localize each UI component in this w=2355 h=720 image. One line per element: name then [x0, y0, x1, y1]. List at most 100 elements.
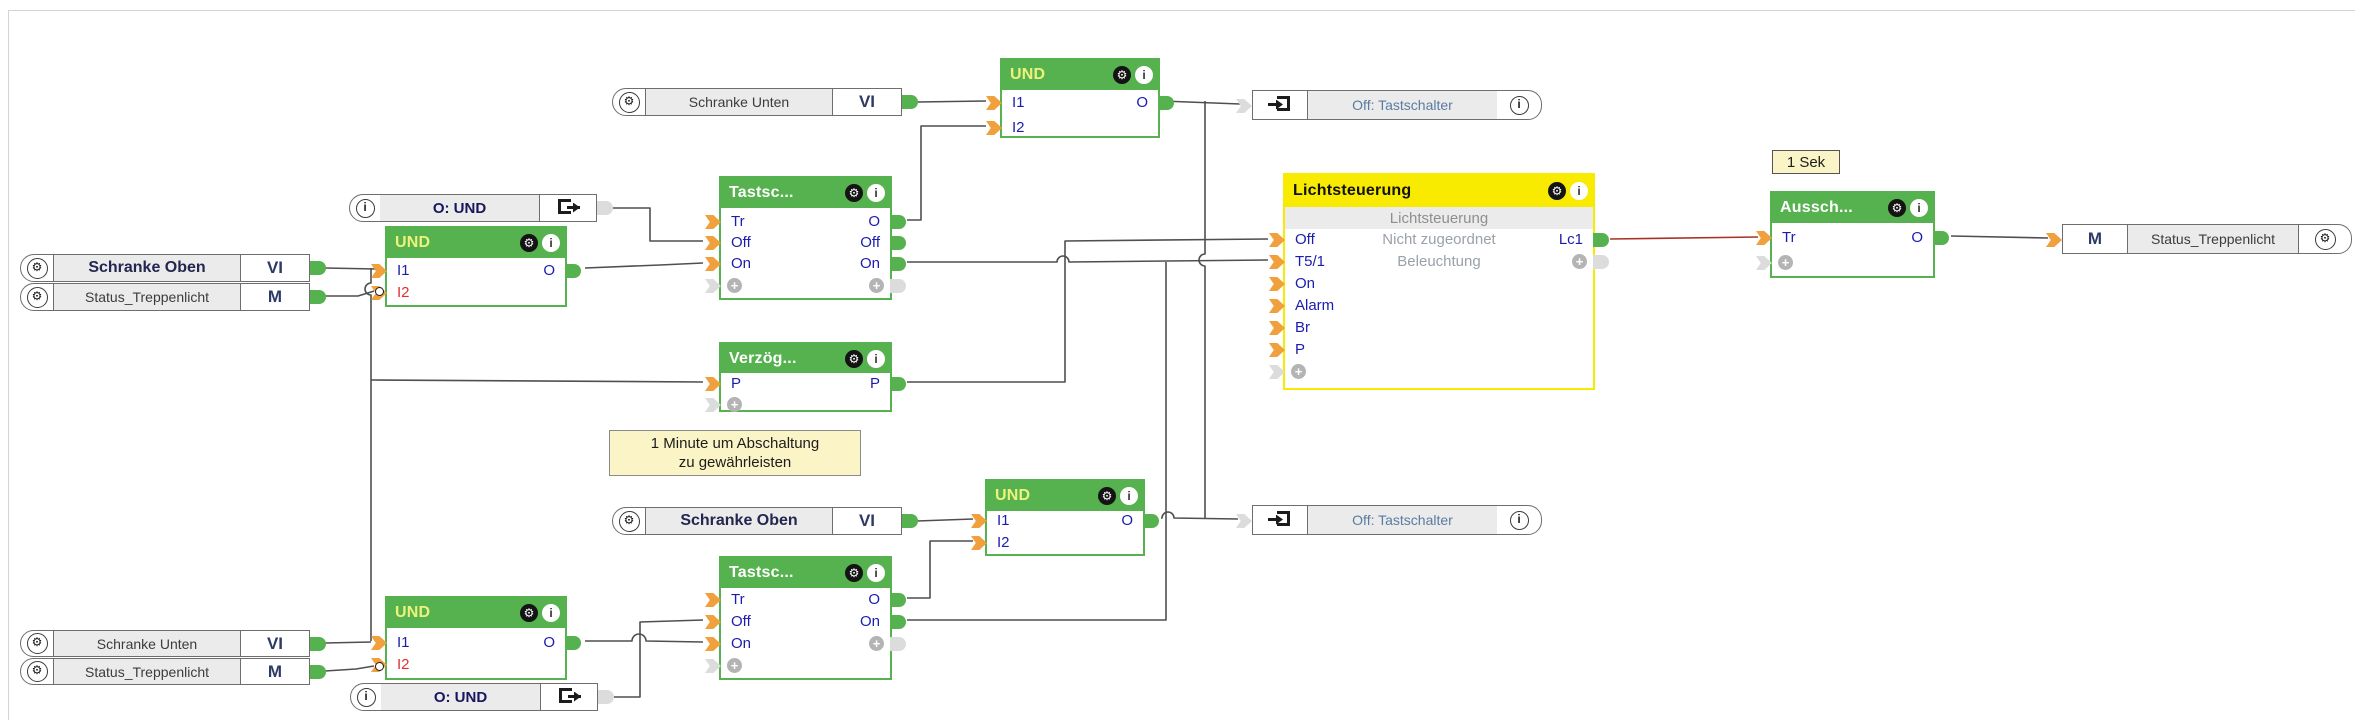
info-icon[interactable]: i [1120, 487, 1138, 505]
output-connector[interactable] [890, 236, 906, 250]
output-connector[interactable] [310, 261, 326, 275]
wire[interactable] [907, 540, 973, 599]
info-icon[interactable]: i [1910, 199, 1928, 217]
ref-pill-r_out_bot[interactable]: Off: Tastschalter i [1236, 505, 1542, 535]
io-pill-p_st_left[interactable]: ⚙ Status_Treppenlicht M [20, 283, 326, 311]
wire[interactable] [324, 267, 377, 270]
block-und_left[interactable]: UND ⚙ i I1 I2 O [371, 226, 581, 307]
add-connector[interactable] [1593, 255, 1609, 269]
block-verz[interactable]: Verzög... ⚙ i P + P [705, 342, 906, 412]
gear-icon[interactable]: ⚙ [1113, 66, 1131, 84]
wire[interactable] [916, 518, 974, 522]
wire[interactable] [325, 290, 375, 297]
wire[interactable] [1950, 235, 2049, 239]
gear-icon[interactable]: ⚙ [1888, 199, 1906, 217]
gear-icon[interactable]: ⚙ [26, 257, 48, 279]
wire[interactable] [907, 255, 1269, 263]
output-connector[interactable] [565, 264, 581, 278]
add-port-button[interactable]: + [727, 658, 742, 673]
output-connector[interactable] [890, 257, 906, 271]
wire[interactable] [907, 262, 1167, 621]
wire[interactable] [1198, 101, 1206, 518]
wire[interactable] [613, 207, 703, 242]
add-port-button[interactable]: + [1291, 364, 1306, 379]
wire[interactable] [585, 633, 704, 643]
add-port-button[interactable]: + [1572, 254, 1587, 269]
info-icon[interactable]: i [355, 198, 375, 218]
output-connector[interactable] [1933, 231, 1949, 245]
output-connector[interactable] [1158, 96, 1174, 110]
io-pill-p_st_bot[interactable]: ⚙ Status_Treppenlicht M [20, 658, 326, 685]
gear-icon[interactable]: ⚙ [26, 633, 48, 654]
wire[interactable] [916, 100, 987, 103]
wire[interactable] [324, 665, 375, 672]
gear-icon[interactable]: ⚙ [1098, 487, 1116, 505]
wire[interactable] [614, 619, 704, 698]
gear-icon[interactable]: ⚙ [845, 349, 863, 368]
gear-icon[interactable]: ⚙ [520, 604, 538, 622]
info-icon[interactable]: i [1509, 95, 1529, 115]
output-connector[interactable] [1143, 514, 1159, 528]
output-connector[interactable] [598, 690, 614, 704]
wire[interactable] [370, 379, 704, 383]
add-port-button[interactable]: + [869, 278, 884, 293]
gear-icon[interactable]: ⚙ [618, 510, 640, 532]
block-und_top[interactable]: UND ⚙ i I1 I2 O [986, 58, 1174, 138]
wire[interactable] [324, 641, 372, 644]
output-connector[interactable] [890, 377, 906, 391]
output-connector[interactable] [565, 636, 581, 650]
io-pill-p_so_left[interactable]: ⚙ Schranke Oben VI [20, 254, 326, 282]
output-connector[interactable] [597, 201, 613, 215]
info-icon[interactable]: i [1135, 66, 1153, 84]
add-port-button[interactable]: + [869, 636, 884, 651]
block-aus[interactable]: Aussch... ⚙ i Tr + O [1756, 191, 1949, 278]
ref-pill-r_src_top[interactable]: i O: UND [349, 194, 613, 222]
wire[interactable] [1161, 511, 1239, 520]
gear-icon[interactable]: ⚙ [618, 91, 640, 113]
info-icon[interactable]: i [542, 604, 560, 622]
add-connector[interactable] [890, 637, 906, 651]
io-pill-p_su_bot[interactable]: ⚙ Schranke Unten VI [20, 630, 326, 657]
wire[interactable] [364, 268, 372, 641]
block-und_bleft[interactable]: UND ⚙ i I1 I2 O [371, 596, 581, 680]
gear-icon[interactable]: ⚙ [26, 286, 48, 308]
info-icon[interactable]: i [542, 234, 560, 252]
add-port-button[interactable]: + [1778, 255, 1793, 270]
note-n_1sek[interactable]: 1 Sek [1772, 150, 1840, 174]
note-n_minute[interactable]: 1 Minute um Abschaltung zu gewährleisten [609, 430, 861, 476]
gear-icon[interactable]: ⚙ [26, 661, 48, 682]
info-icon[interactable]: i [867, 349, 885, 368]
ref-pill-r_src_bot[interactable]: i O: UND [350, 683, 614, 711]
io-pill-p_su_top[interactable]: ⚙ Schranke Unten VI [612, 88, 918, 116]
add-port-button[interactable]: + [727, 397, 742, 412]
output-connector[interactable] [902, 95, 918, 109]
wire-red[interactable] [1609, 236, 1759, 240]
wire[interactable] [584, 262, 704, 269]
gear-icon[interactable]: ⚙ [845, 184, 863, 202]
wire[interactable] [907, 125, 986, 221]
output-connector[interactable] [890, 215, 906, 229]
output-connector[interactable] [890, 593, 906, 607]
info-icon[interactable]: i [1509, 510, 1529, 530]
add-port-button[interactable]: + [727, 278, 742, 293]
info-icon[interactable]: i [867, 564, 885, 582]
block-tast_bot[interactable]: Tastsc... ⚙ i Tr Off On + O On + [705, 556, 906, 680]
info-icon[interactable]: i [1570, 182, 1588, 200]
output-connector[interactable] [310, 290, 326, 304]
block-und_bmid[interactable]: UND ⚙ i I1 I2 O [971, 479, 1159, 556]
io-pill-p_status_out[interactable]: M Status_Treppenlicht ⚙ [2046, 224, 2352, 254]
gear-icon[interactable]: ⚙ [2314, 228, 2336, 250]
info-icon[interactable]: i [867, 184, 885, 202]
io-pill-p_so_bot[interactable]: ⚙ Schranke Oben VI [612, 507, 918, 535]
gear-icon[interactable]: ⚙ [1548, 182, 1566, 200]
output-connector[interactable] [890, 615, 906, 629]
add-connector[interactable] [890, 279, 906, 293]
output-connector[interactable] [310, 636, 326, 651]
gear-icon[interactable]: ⚙ [845, 564, 863, 582]
info-icon[interactable]: i [356, 687, 376, 707]
output-connector[interactable] [1593, 233, 1609, 247]
block-tast_top[interactable]: Tastsc... ⚙ i Tr Off On + O Off On + [705, 176, 906, 300]
output-connector[interactable] [902, 514, 918, 528]
ref-pill-r_out_top[interactable]: Off: Tastschalter i [1236, 90, 1542, 120]
output-connector[interactable] [310, 664, 326, 679]
